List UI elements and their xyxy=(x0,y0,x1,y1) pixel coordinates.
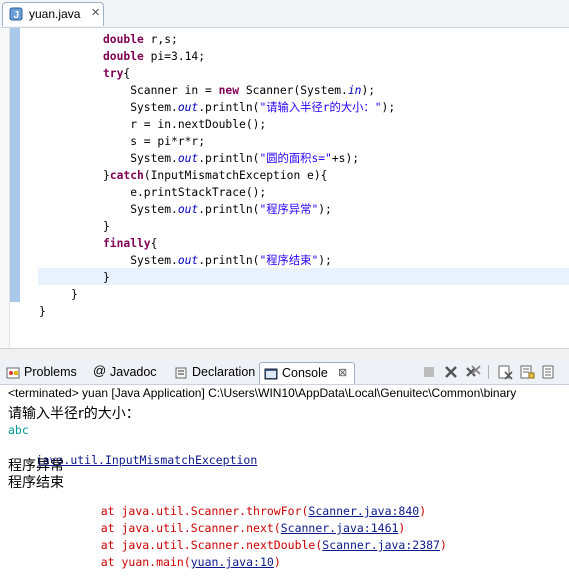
console-status-line: <terminated> yuan [Java Application] C:\… xyxy=(0,385,569,403)
svg-text:J: J xyxy=(14,10,20,21)
code-line[interactable]: }catch(InputMismatchException e){ xyxy=(39,167,395,184)
code-token: } xyxy=(103,169,110,182)
code-editor[interactable]: double r,s; double pi=3.14; try{ Scanner i… xyxy=(0,28,569,348)
code-token: r = in.nextDouble(); xyxy=(103,118,267,131)
tab-console[interactable]: Console ⊠ xyxy=(259,362,355,384)
console-terminated-label: <terminated> yuan [Java Application] C:\… xyxy=(8,386,517,400)
stack-trace-line: at yuan.main(yuan.java:10) xyxy=(100,555,281,569)
code-text[interactable]: double r,s; double pi=3.14; try{ Scanner i… xyxy=(39,28,395,320)
code-token: Scanner(System. xyxy=(239,84,348,97)
console-icon xyxy=(264,368,278,380)
code-token: "圆的面积s=" xyxy=(259,152,332,165)
code-line[interactable]: Scanner in = new Scanner(System.in); xyxy=(39,82,395,99)
code-token: .println( xyxy=(198,203,260,216)
editor-range-indicator xyxy=(10,28,20,302)
remove-all-terminated-icon[interactable] xyxy=(464,363,482,381)
console-output[interactable]: 请输入半径r的大小： abc java.util.InputMismatchEx… xyxy=(0,403,569,585)
tab-problems[interactable]: Problems xyxy=(2,362,88,384)
code-token: System. xyxy=(103,254,178,267)
code-token: { xyxy=(150,237,158,250)
code-token: new xyxy=(218,84,240,97)
code-token: double xyxy=(103,50,144,63)
code-line[interactable]: double pi=3.14; xyxy=(39,48,395,65)
java-file-icon: J xyxy=(9,7,23,21)
code-line[interactable]: } xyxy=(39,303,395,320)
clear-console-icon[interactable] xyxy=(496,363,514,381)
code-token: ); xyxy=(381,101,396,114)
console-prompt-line: 请输入半径r的大小： xyxy=(8,406,140,422)
word-wrap-icon[interactable] xyxy=(540,363,558,381)
stack-trace-link[interactable]: yuan.java:10 xyxy=(191,555,274,569)
code-token: (InputMismatchException e){ xyxy=(143,169,328,182)
code-token: Scanner in = xyxy=(103,84,219,97)
stack-trace-link[interactable]: Scanner.java:2387 xyxy=(322,538,440,552)
code-line[interactable]: System.out.println("程序结束"); xyxy=(39,252,395,269)
code-line[interactable]: System.out.println("请输入半径r的大小："); xyxy=(39,99,395,116)
code-token: "程序异常" xyxy=(259,203,319,216)
problems-icon xyxy=(6,367,20,379)
editor-tab-label: yuan.java xyxy=(29,7,81,21)
code-line[interactable]: } xyxy=(39,286,395,303)
code-line[interactable]: } xyxy=(39,218,395,235)
tab-javadoc[interactable]: @ Javadoc xyxy=(88,362,180,384)
code-token: System. xyxy=(103,101,178,114)
code-token: } xyxy=(103,220,110,233)
tab-declaration[interactable]: Declaration xyxy=(170,362,262,384)
code-token: .println( xyxy=(198,254,260,267)
code-token: in xyxy=(347,84,362,97)
code-line[interactable]: try{ xyxy=(39,65,395,82)
code-token: .println( xyxy=(198,101,260,114)
code-token: } xyxy=(103,271,110,284)
code-token: { xyxy=(123,67,131,80)
code-line[interactable]: } xyxy=(39,269,395,286)
code-token: out xyxy=(177,101,199,114)
code-token: e.printStackTrace(); xyxy=(103,186,267,199)
code-line[interactable]: System.out.println("程序异常"); xyxy=(39,201,395,218)
exception-link[interactable]: java.util.InputMismatchException xyxy=(36,453,258,467)
console-input-line: abc xyxy=(8,423,29,437)
code-line[interactable]: s = pi*r*r; xyxy=(39,133,395,150)
stop-icon[interactable] xyxy=(420,363,438,381)
console-output-line-2: 程序结束 xyxy=(8,475,64,491)
code-token: ); xyxy=(318,203,332,216)
code-token: catch xyxy=(109,169,144,182)
code-line[interactable]: System.out.println("圆的面积s="+s); xyxy=(39,150,395,167)
code-token: out xyxy=(177,203,199,216)
code-token: finally xyxy=(103,237,151,250)
close-icon[interactable]: ✕ xyxy=(91,6,100,19)
code-token: s = pi*r*r; xyxy=(103,135,206,148)
code-token: +s); xyxy=(331,152,360,165)
code-line[interactable]: e.printStackTrace(); xyxy=(39,184,395,201)
code-token: "程序结束" xyxy=(259,254,319,267)
javadoc-icon: @ xyxy=(93,363,107,378)
code-token: } xyxy=(71,288,78,301)
code-token: } xyxy=(39,305,46,318)
remove-launch-icon[interactable] xyxy=(442,363,460,381)
code-token: out xyxy=(177,152,199,165)
bottom-view-tabs: Problems @ Javadoc Declaration Console ⊠ xyxy=(0,360,569,385)
code-token: "请输入半径r的大小：" xyxy=(259,101,382,114)
code-token: System. xyxy=(103,152,178,165)
code-token: System. xyxy=(103,203,178,216)
code-line[interactable]: finally{ xyxy=(39,235,395,252)
code-token: r,s; xyxy=(143,33,178,46)
code-token: .println( xyxy=(198,152,260,165)
console-tab-close-icon[interactable]: ⊠ xyxy=(338,366,347,379)
code-token: ); xyxy=(361,84,376,97)
editor-tab-yuan-java[interactable]: J yuan.java ✕ xyxy=(2,2,104,26)
code-token: try xyxy=(103,67,124,80)
editor-tab-bar: J yuan.java ✕ xyxy=(0,0,569,28)
declaration-icon xyxy=(175,367,187,379)
scroll-lock-icon[interactable] xyxy=(518,363,536,381)
toolbar-separator xyxy=(488,365,489,379)
code-token: double xyxy=(103,33,144,46)
code-line[interactable]: double r,s; xyxy=(39,31,395,48)
code-token: pi=3.14; xyxy=(143,50,206,63)
code-token: ); xyxy=(318,254,332,267)
editor-left-ruler xyxy=(0,28,10,348)
code-token: out xyxy=(177,254,199,267)
code-line[interactable]: r = in.nextDouble(); xyxy=(39,116,395,133)
